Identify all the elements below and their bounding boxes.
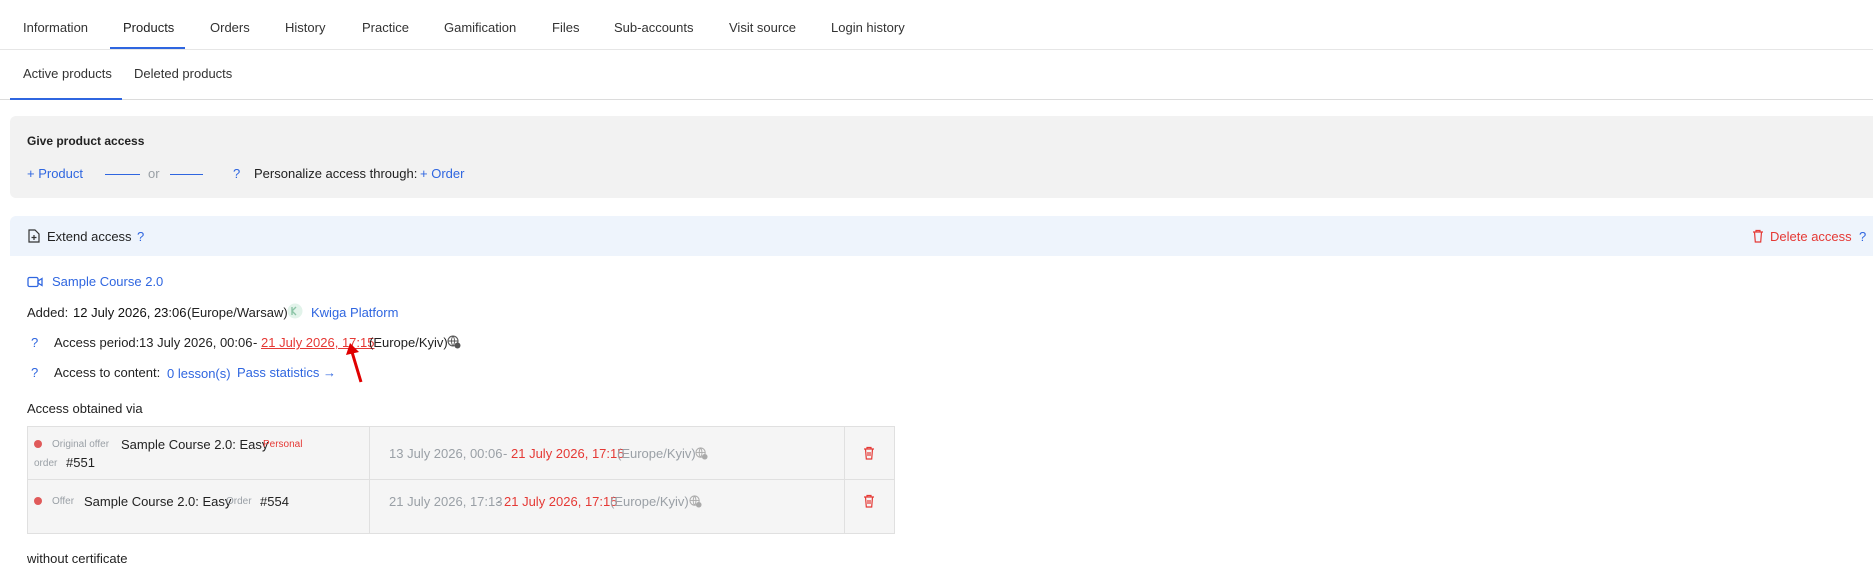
row-timezone: (Europe/Kyiv) (617, 446, 696, 461)
red-arrow-annotation-icon (345, 342, 367, 387)
order-label: Order (226, 496, 252, 507)
added-label: Added: (27, 305, 69, 320)
tab-files[interactable]: Files (552, 20, 579, 35)
subtab-active-products[interactable]: Active products (23, 66, 112, 81)
sub-tabs (0, 49, 1873, 100)
extend-access-bar (10, 216, 1873, 256)
row-end: 21 July 2026, 17:15 (504, 494, 618, 509)
obtained-table: Original offer Sample Course 2.0: Easy P… (27, 426, 895, 534)
tab-sub-accounts[interactable]: Sub-accounts (614, 20, 694, 35)
video-icon (27, 276, 43, 291)
row-start: 13 July 2026, 00:06 (389, 446, 503, 461)
offer-type-label: Original offer (52, 439, 110, 450)
product-name-link[interactable]: Sample Course 2.0 (52, 274, 163, 289)
content-label: Access to content: (54, 365, 161, 380)
tab-products[interactable]: Products (123, 20, 174, 35)
main-tabs (0, 0, 1873, 50)
personal-badge: Personal (263, 439, 303, 450)
active-subtab-indicator (10, 98, 122, 100)
extend-document-icon (28, 229, 40, 246)
tab-practice[interactable]: Practice (362, 20, 409, 35)
column-divider (844, 427, 845, 533)
added-date: 12 July 2026, 23:06 (73, 305, 187, 320)
or-divider-left (105, 174, 140, 175)
tab-gamification[interactable]: Gamification (444, 20, 516, 35)
extend-access-button[interactable]: Extend access (47, 229, 132, 244)
add-order-button[interactable]: + Order (420, 166, 464, 181)
tab-login-history[interactable]: Login history (831, 20, 905, 35)
give-access-title: Give product access (27, 134, 145, 148)
row-end: 21 July 2026, 17:15 (511, 446, 625, 461)
table-row: Offer Sample Course 2.0: Easy Order #554… (28, 480, 894, 532)
period-label: Access period: (54, 335, 140, 350)
status-dot (34, 497, 42, 505)
globe-clock-icon[interactable] (447, 335, 461, 352)
added-timezone: (Europe/Warsaw) (187, 305, 288, 320)
obtained-title: Access obtained via (27, 401, 143, 416)
give-access-panel (10, 116, 1873, 198)
table-row: Original offer Sample Course 2.0: Easy P… (28, 427, 894, 480)
offer-name: Sample Course 2.0: Easy (84, 494, 232, 509)
extend-help-icon[interactable]: ? (137, 229, 144, 244)
tab-information[interactable]: Information (23, 20, 88, 35)
or-divider-right (170, 174, 203, 175)
row-timezone: (Europe/Kyiv) (610, 494, 689, 509)
or-label: or (148, 166, 160, 181)
delete-row-trash-icon[interactable] (863, 494, 875, 511)
tab-history[interactable]: History (285, 20, 325, 35)
order-label: order (34, 458, 58, 469)
subtab-deleted-products[interactable]: Deleted products (134, 66, 232, 81)
period-separator: - (253, 335, 258, 350)
period-timezone: (Europe/Kyiv) (369, 335, 448, 350)
tab-visit-source[interactable]: Visit source (729, 20, 796, 35)
status-dot (34, 440, 42, 448)
row-separator: - (496, 494, 501, 509)
add-product-button[interactable]: + Product (27, 166, 83, 181)
order-number[interactable]: #554 (260, 494, 289, 509)
kwiga-logo-icon (287, 303, 303, 322)
lessons-link[interactable]: 0 lesson(s) (167, 366, 231, 381)
row-start: 21 July 2026, 17:13 (389, 494, 503, 509)
offer-type-label: Offer (52, 496, 75, 507)
tab-orders[interactable]: Orders (210, 20, 250, 35)
help-icon[interactable]: ? (233, 166, 240, 181)
offer-name: Sample Course 2.0: Easy (121, 437, 269, 452)
globe-clock-icon[interactable] (695, 447, 708, 463)
delete-help-icon[interactable]: ? (1859, 229, 1866, 244)
pass-statistics-link[interactable]: Pass statistics → (237, 365, 336, 380)
order-number[interactable]: #551 (66, 455, 95, 470)
period-help-icon[interactable]: ? (31, 335, 38, 350)
platform-link[interactable]: Kwiga Platform (311, 305, 398, 320)
globe-clock-icon[interactable] (689, 495, 702, 511)
period-start: 13 July 2026, 00:06 (139, 335, 253, 350)
row-separator: - (503, 446, 508, 461)
content-help-icon[interactable]: ? (31, 365, 38, 380)
personalize-label: Personalize access through: (254, 166, 418, 181)
certificate-status: without certificate (27, 551, 128, 566)
delete-row-trash-icon[interactable] (863, 446, 875, 463)
delete-access-button[interactable]: Delete access (1770, 229, 1852, 244)
column-divider (369, 427, 370, 533)
trash-icon (1752, 229, 1764, 246)
